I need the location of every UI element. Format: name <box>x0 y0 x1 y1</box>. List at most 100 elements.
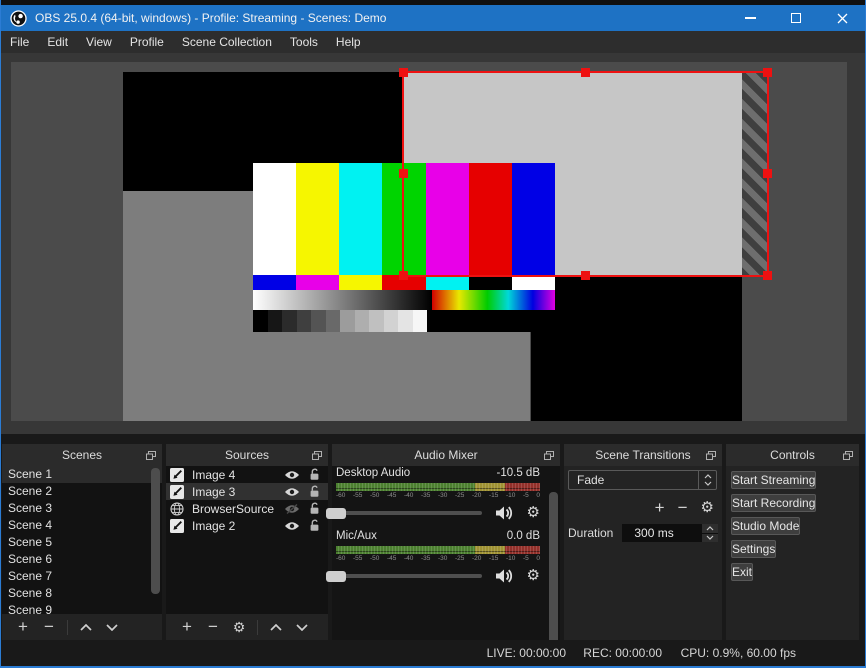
settings-button[interactable]: Settings <box>731 540 777 558</box>
lock-open-icon[interactable] <box>309 468 320 481</box>
scene-list-item[interactable]: Scene 7 <box>2 568 162 585</box>
remove-source-button[interactable]: − <box>200 616 226 638</box>
start-streaming-button[interactable]: Start Streaming <box>731 471 817 489</box>
transition-properties-gear-icon[interactable]: ⚙ <box>701 496 714 520</box>
visibility-eye-icon[interactable] <box>284 521 300 531</box>
speaker-icon[interactable] <box>494 568 514 584</box>
menu-tools[interactable]: Tools <box>281 35 327 49</box>
image-source-icon <box>170 484 184 499</box>
volume-slider-handle[interactable] <box>326 507 346 519</box>
preview-area <box>1 53 865 434</box>
scene-list-item[interactable]: Scene 5 <box>2 534 162 551</box>
scene-list-item[interactable]: Scene 1 <box>2 466 162 483</box>
menu-edit[interactable]: Edit <box>38 35 77 49</box>
visibility-eye-icon[interactable] <box>284 470 300 480</box>
source-label: Image 4 <box>192 467 236 482</box>
float-panel-icon[interactable] <box>843 451 853 460</box>
duration-row: Duration 300 ms <box>568 524 718 542</box>
bar-yellow <box>296 163 340 275</box>
volume-slider[interactable] <box>326 507 482 519</box>
duration-spinbox[interactable]: 300 ms <box>622 524 718 542</box>
visibility-eye-icon[interactable] <box>284 487 300 497</box>
scene-list-item[interactable]: Scene 9 <box>2 602 162 614</box>
sources-panel: Sources Image 4 Image 3 BrowserSource Im… <box>166 444 328 640</box>
move-source-down-button[interactable] <box>289 623 315 631</box>
resize-handle-top-middle[interactable] <box>580 68 590 77</box>
remove-transition-button[interactable]: − <box>678 496 688 520</box>
mixer-channel-desktop-audio: Desktop Audio -10.5 dB -60 -55 -50 -45 -40 -3… <box>326 467 540 521</box>
resize-handle-middle-right[interactable] <box>763 169 772 178</box>
source-list-item[interactable]: Image 3 <box>166 483 328 500</box>
audio-mixer-title: Audio Mixer <box>414 448 478 462</box>
channel-settings-gear-icon[interactable]: ⚙ <box>527 505 540 520</box>
chevron-up-icon <box>706 525 714 531</box>
resize-handle-bottom-middle[interactable] <box>580 271 590 280</box>
lock-open-icon[interactable] <box>309 519 320 532</box>
volume-slider-handle[interactable] <box>326 570 346 582</box>
source-list-item[interactable]: BrowserSource <box>166 500 328 517</box>
lock-open-icon[interactable] <box>309 502 320 515</box>
sources-header[interactable]: Sources <box>166 444 328 466</box>
menu-view[interactable]: View <box>77 35 121 49</box>
preview-canvas[interactable] <box>11 62 847 421</box>
menu-scene-collection[interactable]: Scene Collection <box>173 35 281 49</box>
speaker-icon[interactable] <box>494 505 514 521</box>
source-list-item[interactable]: Image 4 <box>166 466 328 483</box>
mixer-scrollbar[interactable] <box>549 492 558 650</box>
resize-handle-bottom-left[interactable] <box>399 271 408 280</box>
controls-header[interactable]: Controls <box>726 444 859 466</box>
resize-handle-bottom-right[interactable] <box>763 271 772 280</box>
channel-settings-gear-icon[interactable]: ⚙ <box>527 568 540 583</box>
audio-mixer-header[interactable]: Audio Mixer <box>332 444 560 466</box>
selection-rectangle[interactable] <box>399 68 772 280</box>
float-panel-icon[interactable] <box>146 451 156 460</box>
add-source-button[interactable]: + <box>174 616 200 638</box>
visibility-eye-slash-icon[interactable] <box>284 503 300 514</box>
menu-help[interactable]: Help <box>327 35 370 49</box>
close-button[interactable] <box>819 5 865 31</box>
start-recording-button[interactable]: Start Recording <box>731 494 817 512</box>
chevron-down-icon <box>106 623 118 631</box>
duration-increase-button[interactable] <box>702 524 718 533</box>
scene-list-item[interactable]: Scene 2 <box>2 483 162 500</box>
exit-button[interactable]: Exit <box>731 563 754 581</box>
duration-decrease-button[interactable] <box>702 533 718 542</box>
float-panel-icon[interactable] <box>544 451 554 460</box>
controls-panel: Controls Start Streaming Start Recording… <box>726 444 859 640</box>
maximize-button[interactable] <box>773 5 819 31</box>
combo-arrows[interactable] <box>698 471 716 489</box>
source-black-rect-bottom-right[interactable] <box>531 276 742 421</box>
add-scene-button[interactable]: + <box>10 616 36 638</box>
remove-scene-button[interactable]: − <box>36 616 62 638</box>
move-scene-up-button[interactable] <box>73 623 99 631</box>
scenes-scrollbar[interactable] <box>151 468 160 594</box>
volume-slider[interactable] <box>326 570 482 582</box>
minimize-button[interactable] <box>727 5 773 31</box>
resize-handle-top-left[interactable] <box>399 68 408 77</box>
move-source-up-button[interactable] <box>263 623 289 631</box>
transition-select[interactable]: Fade <box>568 470 717 490</box>
resize-handle-middle-left[interactable] <box>399 169 408 178</box>
live-timer: LIVE: 00:00:00 <box>486 646 566 660</box>
scene-transitions-header[interactable]: Scene Transitions <box>564 444 722 466</box>
scene-list: Scene 1 Scene 2 Scene 3 Scene 4 Scene 5 … <box>2 466 162 614</box>
float-panel-icon[interactable] <box>312 451 322 460</box>
source-properties-gear-icon[interactable]: ⚙ <box>226 616 252 638</box>
lock-open-icon[interactable] <box>309 485 320 498</box>
source-list-item[interactable]: Image 2 <box>166 517 328 534</box>
scene-list-item[interactable]: Scene 6 <box>2 551 162 568</box>
add-transition-button[interactable]: + <box>655 496 665 520</box>
scenes-header[interactable]: Scenes <box>2 444 162 466</box>
menu-file[interactable]: File <box>1 35 38 49</box>
scene-list-item[interactable]: Scene 3 <box>2 500 162 517</box>
menu-profile[interactable]: Profile <box>121 35 173 49</box>
scene-list-item[interactable]: Scene 4 <box>2 517 162 534</box>
channel-level-db: -10.5 dB <box>496 467 540 479</box>
studio-mode-button[interactable]: Studio Mode <box>731 517 801 535</box>
float-panel-icon[interactable] <box>706 451 716 460</box>
titlebar[interactable]: OBS 25.0.4 (64-bit, windows) - Profile: … <box>1 5 865 31</box>
move-scene-down-button[interactable] <box>99 623 125 631</box>
resize-handle-top-right[interactable] <box>763 68 772 77</box>
scene-list-item[interactable]: Scene 8 <box>2 585 162 602</box>
chevron-down-icon <box>296 623 308 631</box>
